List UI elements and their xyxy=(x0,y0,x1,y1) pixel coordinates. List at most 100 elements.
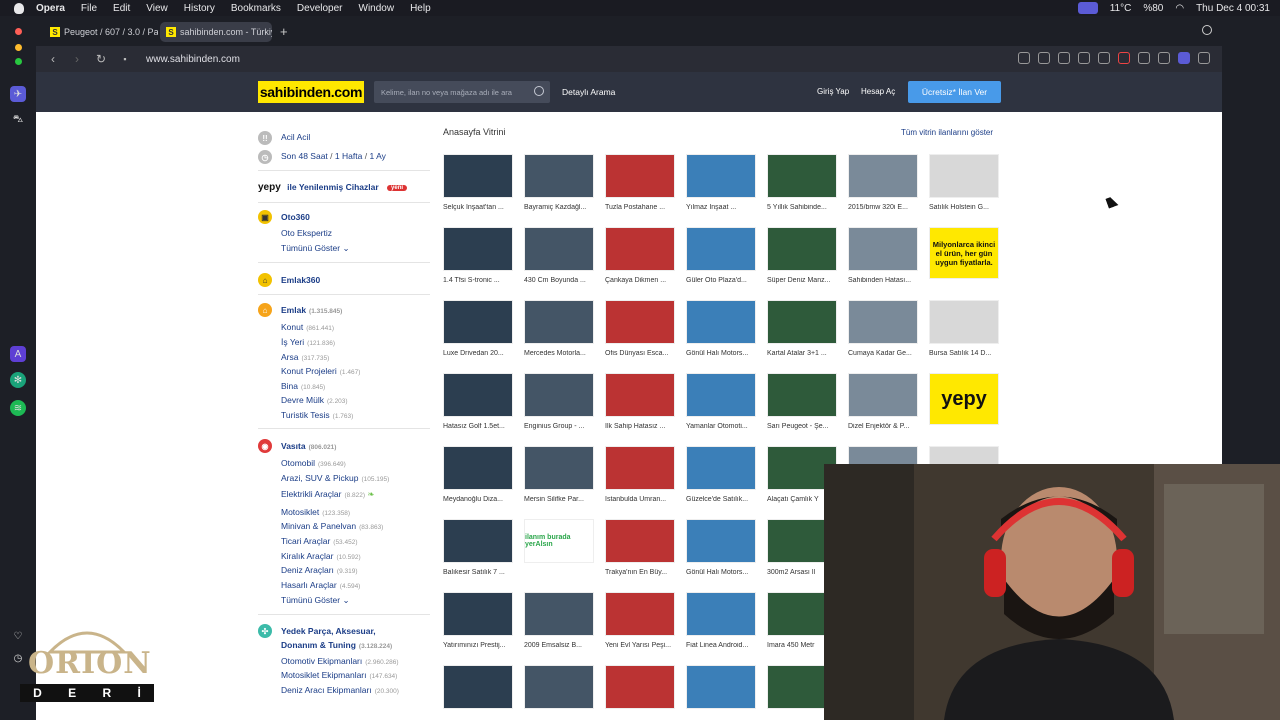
vasita-ticari[interactable]: Ticari Araçlar (53.452) xyxy=(281,536,358,546)
showcase-item[interactable] xyxy=(443,665,515,720)
listing-thumbnail[interactable] xyxy=(848,300,918,344)
listing-thumbnail[interactable] xyxy=(524,592,594,636)
listing-thumbnail[interactable] xyxy=(929,154,999,198)
listing-caption[interactable]: Yılmaz İnşaat ... xyxy=(686,204,758,211)
search-icon[interactable] xyxy=(534,86,544,96)
listing-thumbnail[interactable] xyxy=(605,446,675,490)
listing-thumbnail[interactable] xyxy=(767,300,837,344)
listing-thumbnail[interactable] xyxy=(848,154,918,198)
listing-thumbnail[interactable] xyxy=(443,373,513,417)
menu-app-name[interactable]: Opera xyxy=(36,3,65,14)
listing-thumbnail[interactable] xyxy=(767,373,837,417)
listing-caption[interactable]: Mersin Silifke Par... xyxy=(524,496,596,503)
listing-caption[interactable]: Bayramiç Kazdağl... xyxy=(524,204,596,211)
reload-icon[interactable]: ↻ xyxy=(94,52,108,66)
listing-caption[interactable]: Gönül Halı Motors... xyxy=(686,569,758,576)
screen-record-icon[interactable] xyxy=(1077,2,1098,14)
showcase-item[interactable]: Bursa Satılık 14 D... xyxy=(929,300,1001,370)
showcase-item[interactable] xyxy=(524,665,596,720)
ad-banner-ilanim[interactable]: ilanım burada yerAlsın xyxy=(524,519,594,563)
showcase-item[interactable]: Yeni Evl Yarısı Peşi... xyxy=(605,592,677,662)
showcase-item[interactable]: Selçuk İnşaat'tan ... xyxy=(443,154,515,224)
emlak-konut[interactable]: Konut (861.441) xyxy=(281,322,334,332)
showcase-item[interactable]: Yamanlar Otomoti... xyxy=(686,373,758,443)
listing-thumbnail[interactable] xyxy=(605,227,675,271)
yedek-parca-link[interactable]: Yedek Parça, Aksesuar, xyxy=(281,626,376,636)
profile-icon[interactable] xyxy=(1178,52,1190,64)
showcase-item[interactable]: Gönül Halı Motors... xyxy=(686,300,758,370)
showcase-item[interactable]: Gönül Halı Motors... xyxy=(686,519,758,589)
listing-caption[interactable]: Yatırımınızı Prestij... xyxy=(443,642,515,649)
listing-caption[interactable]: Cumaya Kadar Ge... xyxy=(848,350,920,357)
emlak-link[interactable]: Emlak (1.315.845) xyxy=(281,305,342,315)
back-icon[interactable]: ‹ xyxy=(46,52,60,66)
listing-thumbnail[interactable] xyxy=(524,300,594,344)
listing-thumbnail[interactable] xyxy=(686,519,756,563)
showcase-item[interactable]: Ofis Dünyası Esca... xyxy=(605,300,677,370)
listing-thumbnail[interactable] xyxy=(443,227,513,271)
showcase-all-link[interactable]: Tüm vitrin ilanlarını göster xyxy=(901,128,993,137)
listing-thumbnail[interactable] xyxy=(605,592,675,636)
search-input[interactable]: Kelime, ilan no veya mağaza adı ile ara xyxy=(374,81,550,103)
listing-thumbnail[interactable] xyxy=(605,154,675,198)
listing-caption[interactable]: 430 Cm Boyunda ... xyxy=(524,277,596,284)
advanced-search-link[interactable]: Detaylı Arama xyxy=(562,87,615,97)
listing-caption[interactable]: Meydanoğlu Diza... xyxy=(443,496,515,503)
listing-thumbnail[interactable] xyxy=(443,300,513,344)
emlak-arsa[interactable]: Arsa (317.735) xyxy=(281,352,329,362)
showcase-item[interactable]: Sarı Peugeot - Şe... xyxy=(767,373,839,443)
showcase-item[interactable]: Sahibinden Hatası... xyxy=(848,227,920,297)
showcase-item[interactable]: Luxe Drivedan 20... xyxy=(443,300,515,370)
acil-link[interactable]: Acil Acil xyxy=(281,132,310,142)
listing-thumbnail[interactable] xyxy=(686,227,756,271)
oto-ekspertiz-link[interactable]: Oto Ekspertiz xyxy=(281,228,332,238)
listing-thumbnail[interactable] xyxy=(686,592,756,636)
spotify-icon[interactable]: ≋ xyxy=(10,400,26,416)
showcase-item[interactable] xyxy=(686,665,758,720)
vasita-otomobil[interactable]: Otomobil (396.649) xyxy=(281,458,346,468)
listing-thumbnail[interactable] xyxy=(605,519,675,563)
showcase-item[interactable]: Kartal Atalar 3+1 ... xyxy=(767,300,839,370)
vasita-kiralik[interactable]: Kiralık Araçlar (10.592) xyxy=(281,551,361,561)
aria-icon[interactable]: ✈ xyxy=(10,86,26,102)
emlak-turistik-tesis[interactable]: Turistik Tesis (1.763) xyxy=(281,410,353,420)
listing-thumbnail[interactable] xyxy=(605,373,675,417)
listing-thumbnail[interactable] xyxy=(686,665,756,709)
listing-thumbnail[interactable] xyxy=(524,373,594,417)
listing-thumbnail[interactable] xyxy=(524,665,594,709)
vpn-icon[interactable] xyxy=(1078,52,1090,64)
listing-thumbnail[interactable] xyxy=(524,446,594,490)
listing-thumbnail[interactable] xyxy=(767,227,837,271)
showcase-item[interactable]: 1.4 Tfsi S-tronic ... xyxy=(443,227,515,297)
listing-caption[interactable]: 1.4 Tfsi S-tronic ... xyxy=(443,277,515,284)
yedek-motosiklet[interactable]: Motosiklet Ekipmanları (147.634) xyxy=(281,670,397,680)
vasita-elektrikli[interactable]: Elektrikli Araçlar (8.822) ❧ xyxy=(281,489,375,500)
menu-developer[interactable]: Developer xyxy=(297,3,343,14)
shield-icon[interactable] xyxy=(1058,52,1070,64)
showcase-item[interactable]: Fiat Linea Android... xyxy=(686,592,758,662)
listing-caption[interactable]: Bursa Satılık 14 D... xyxy=(929,350,1001,357)
listing-caption[interactable]: Selçuk İnşaat'tan ... xyxy=(443,204,515,211)
menu-icon[interactable] xyxy=(1158,52,1170,64)
battery-percent[interactable]: %80 xyxy=(1143,3,1163,14)
yepy-link[interactable]: yepy ile Yenilenmiş Cihazlar yeni xyxy=(258,182,408,193)
menu-help[interactable]: Help xyxy=(410,3,431,14)
listing-thumbnail[interactable] xyxy=(605,300,675,344)
listing-caption[interactable]: 5 Yıllık Sahibinde... xyxy=(767,204,839,211)
tab-sahibinden[interactable]: S sahibinden.com - Türkiy xyxy=(160,22,272,42)
vasita-hasarli[interactable]: Hasarlı Araçlar (4.594) xyxy=(281,580,360,590)
listing-caption[interactable]: Ofis Dünyası Esca... xyxy=(605,350,677,357)
listing-caption[interactable]: 2015/bmw 320i E... xyxy=(848,204,920,211)
listing-thumbnail[interactable] xyxy=(686,446,756,490)
showcase-item[interactable]: 2015/bmw 320i E... xyxy=(848,154,920,224)
listing-thumbnail[interactable] xyxy=(443,519,513,563)
tab-peugeot[interactable]: S Peugeot / 607 / 3.0 / Pa xyxy=(44,22,158,42)
listing-caption[interactable]: Hatasız Golf 1.5et... xyxy=(443,423,515,430)
listing-caption[interactable]: Satılık Holstein G... xyxy=(929,204,1001,211)
menu-window[interactable]: Window xyxy=(359,3,395,14)
listing-caption[interactable]: İlk Sahip Hatasız ... xyxy=(605,423,677,430)
showcase-item[interactable]: İstanbulda Ümran... xyxy=(605,446,677,516)
showcase-item[interactable]: 2009 Emsalsiz B... xyxy=(524,592,596,662)
wifi-icon[interactable]: ◠ xyxy=(1175,3,1184,14)
listing-caption[interactable]: Sahibinden Hatası... xyxy=(848,277,920,284)
